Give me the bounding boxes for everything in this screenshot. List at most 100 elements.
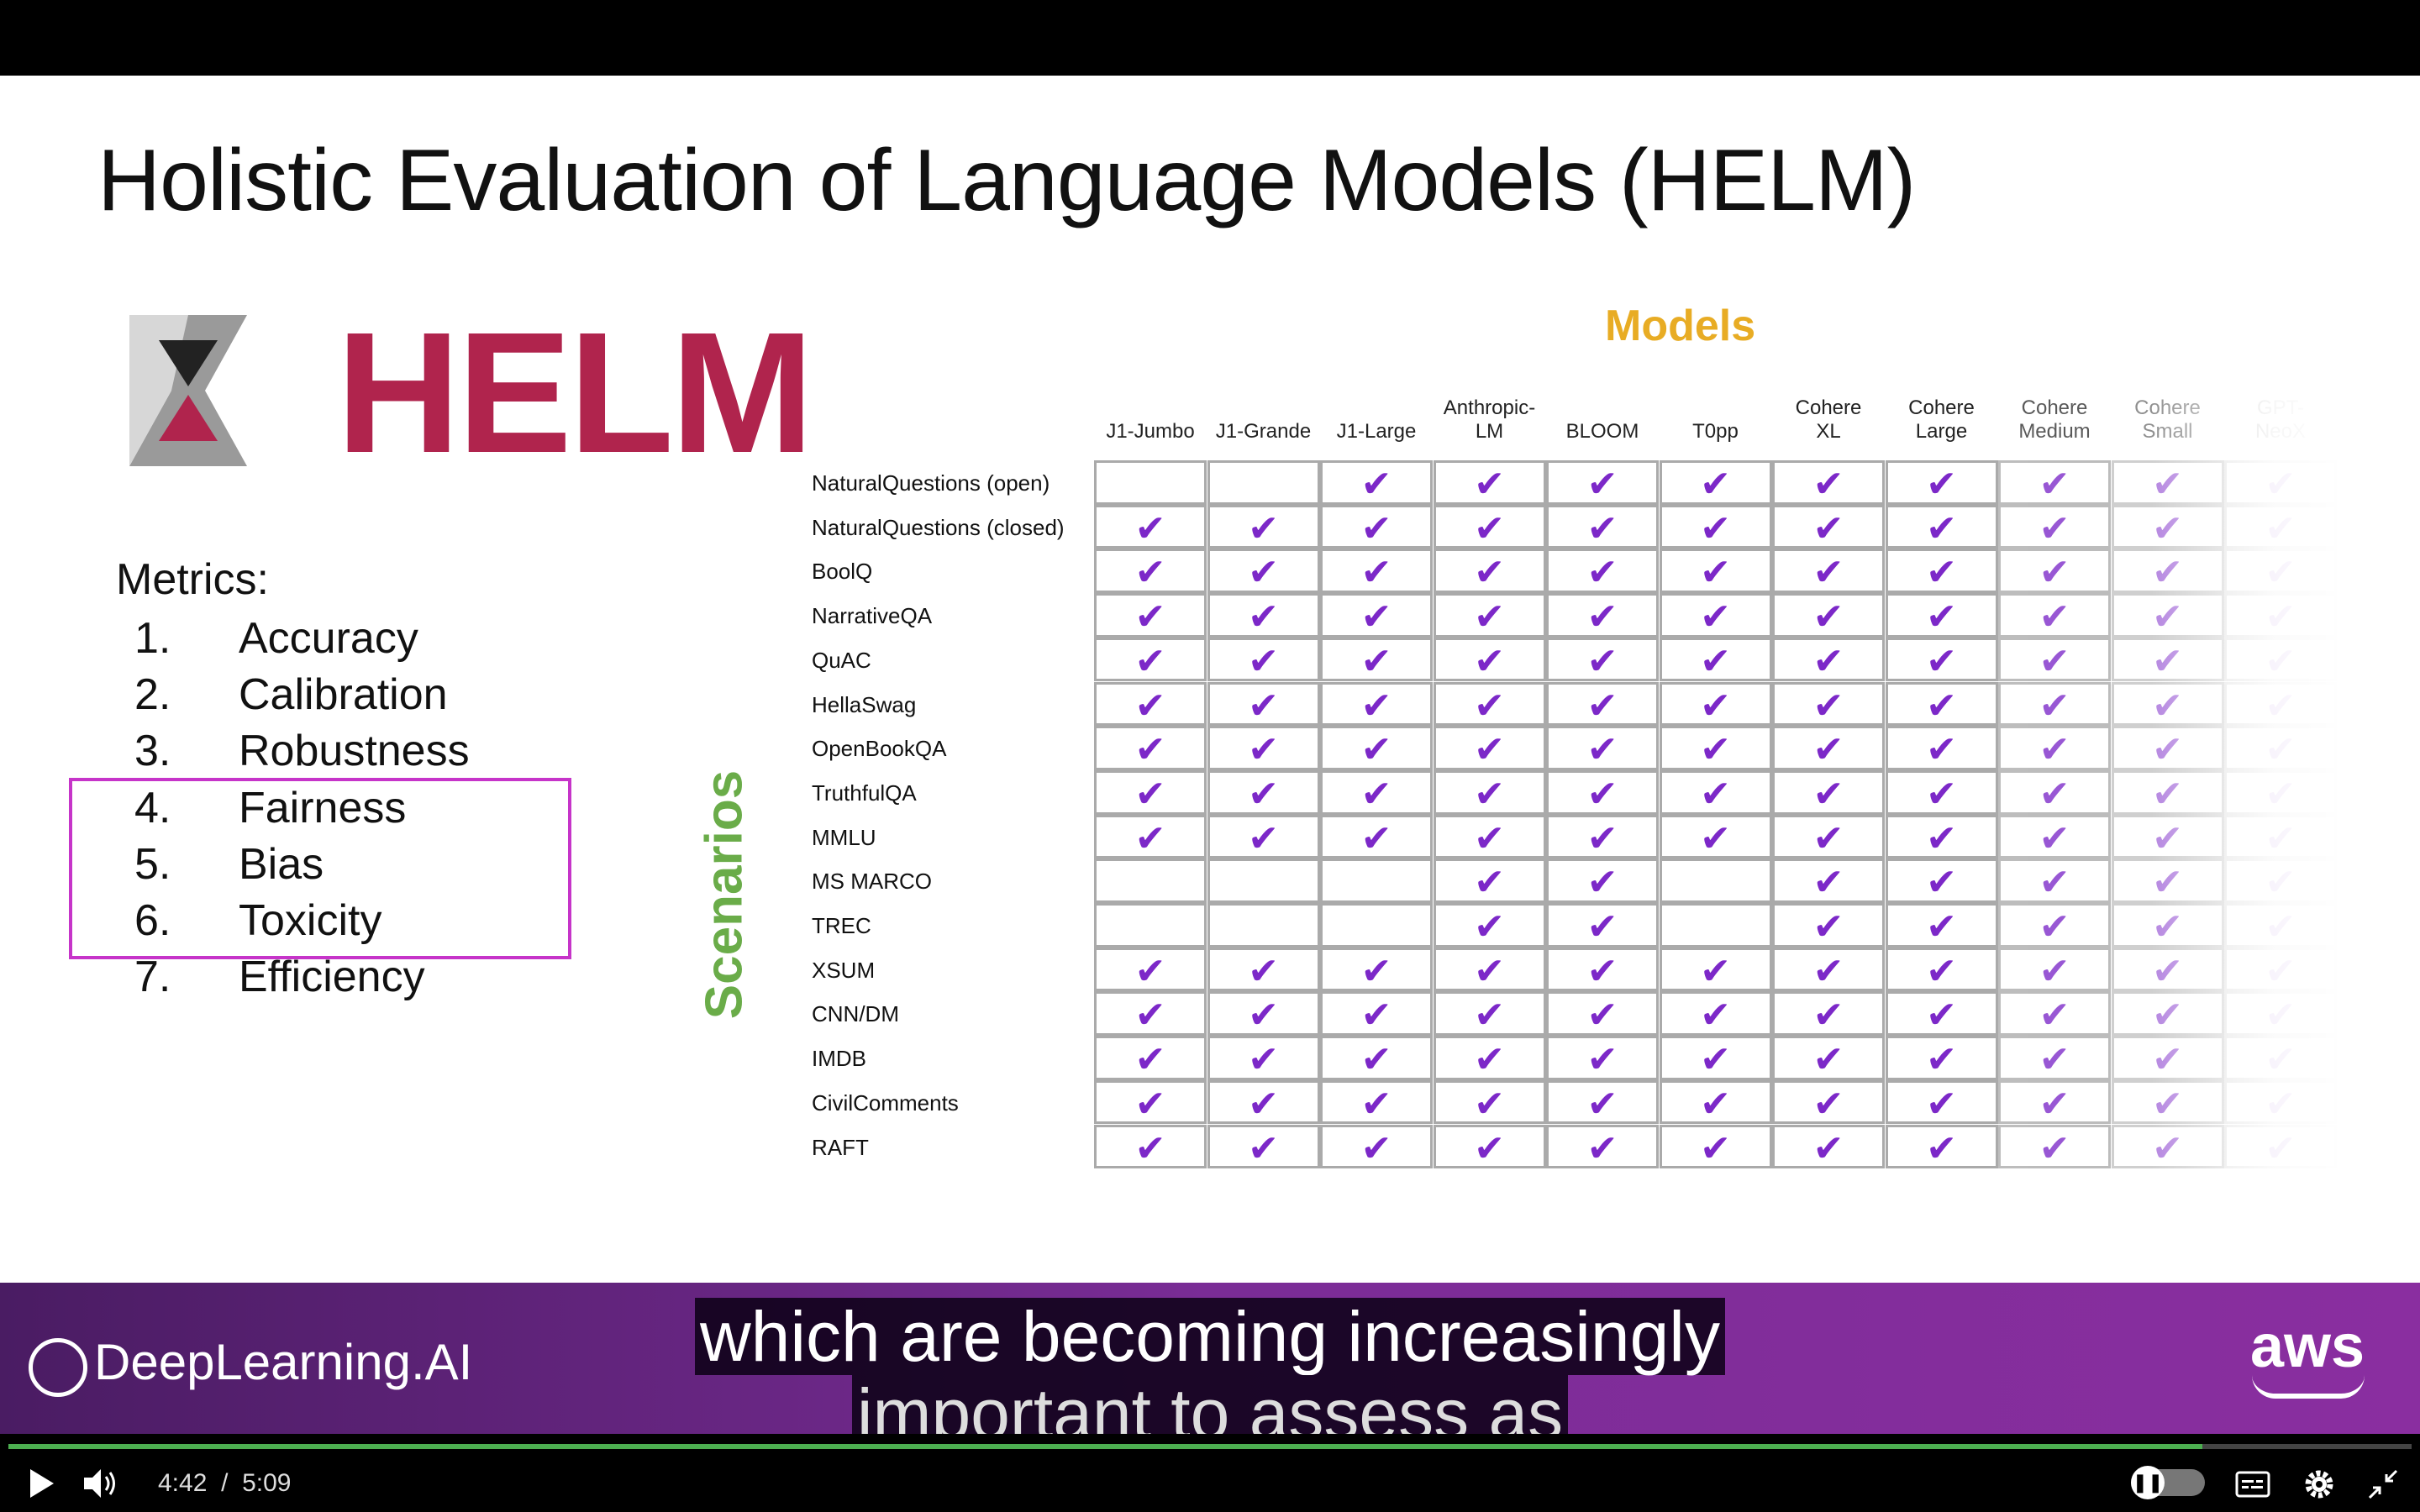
check-mark: ✔ [1360, 596, 1392, 638]
check-mark-cell: ✔ [1772, 769, 1885, 815]
check-mark-cell: ✔ [1207, 1124, 1320, 1169]
check-mark: ✔ [1926, 596, 1957, 638]
check-mark: ✔ [1812, 640, 1844, 682]
volume-icon[interactable] [84, 1469, 119, 1498]
check-mark: ✔ [1926, 1039, 1957, 1081]
check-mark: ✔ [1812, 1127, 1844, 1169]
metric-label: Accuracy [239, 614, 418, 663]
empty-cell [1207, 903, 1320, 948]
check-mark-cell: ✔ [1885, 593, 1998, 638]
check-mark: ✔ [1926, 995, 1957, 1037]
check-mark: ✔ [1812, 552, 1844, 594]
check-mark: ✔ [1248, 729, 1279, 771]
check-mark-cell: ✔ [1772, 1124, 1885, 1169]
check-mark-cell: ✔ [1094, 769, 1207, 815]
check-mark: ✔ [2152, 685, 2183, 727]
metric-number: 1. [134, 614, 171, 663]
check-mark-cell: ✔ [1998, 769, 2111, 815]
check-mark-cell: ✔ [1094, 814, 1207, 859]
scenario-row-label: NaturalQuestions (closed) [812, 514, 1065, 540]
check-mark-cell: ✔ [1885, 504, 1998, 549]
pause-toggle-icon: ❚❚ [2131, 1466, 2165, 1499]
check-mark-cell: ✔ [1772, 549, 1885, 593]
check-mark-cell: ✔ [1207, 593, 1320, 638]
play-icon[interactable] [29, 1469, 55, 1498]
model-column-header: T0pp [1692, 420, 1739, 443]
check-mark-cell: ✔ [1094, 593, 1207, 638]
check-mark: ✔ [1812, 817, 1844, 859]
check-mark: ✔ [1926, 685, 1957, 727]
check-mark: ✔ [1474, 1083, 1505, 1125]
check-mark-cell: ✔ [1885, 769, 1998, 815]
slide: Holistic Evaluation of Language Models (… [0, 76, 2420, 1283]
scenario-row-label: TruthfulQA [812, 780, 917, 806]
check-mark: ✔ [1360, 773, 1392, 815]
check-mark-cell: ✔ [2224, 681, 2337, 727]
settings-icon[interactable] [2302, 1467, 2336, 1501]
check-mark-cell: ✔ [1094, 549, 1207, 593]
check-mark: ✔ [1586, 729, 1618, 771]
model-column-header: BLOOM [1565, 420, 1639, 443]
check-mark-cell: ✔ [1659, 637, 1772, 682]
check-mark-cell: ✔ [2111, 991, 2224, 1036]
check-mark: ✔ [1474, 552, 1505, 594]
check-mark-cell: ✔ [1094, 947, 1207, 992]
check-mark-cell: ✔ [1320, 549, 1433, 593]
check-mark: ✔ [1134, 685, 1166, 727]
check-mark-cell: ✔ [1998, 1124, 2111, 1169]
check-mark-cell: ✔ [2111, 549, 2224, 593]
scenario-row-label: HellaSwag [812, 691, 917, 717]
check-mark: ✔ [2265, 817, 2296, 859]
check-mark: ✔ [1812, 464, 1844, 505]
check-mark: ✔ [1586, 906, 1618, 948]
metric-item: 3. Robustness [134, 726, 470, 776]
exit-fullscreen-icon[interactable] [2368, 1469, 2398, 1499]
check-mark-cell: ✔ [1433, 858, 1546, 903]
check-mark: ✔ [1248, 685, 1279, 727]
check-mark-cell: ✔ [2224, 504, 2337, 549]
scenario-row-label: XSUM [812, 957, 876, 983]
check-mark-cell: ✔ [2111, 903, 2224, 948]
check-mark-cell: ✔ [1772, 593, 1885, 638]
metric-label: Robustness [239, 727, 470, 776]
check-mark: ✔ [1586, 1083, 1618, 1125]
check-mark-cell: ✔ [1998, 903, 2111, 948]
metric-item: 2. Calibration [134, 669, 448, 720]
progress-fill [8, 1444, 2203, 1449]
scenario-row-label: NaturalQuestions (open) [812, 470, 1050, 496]
check-mark: ✔ [2039, 1127, 2070, 1169]
check-mark: ✔ [1700, 464, 1731, 505]
check-mark: ✔ [2039, 685, 2070, 727]
check-mark: ✔ [1360, 552, 1392, 594]
empty-cell [1659, 903, 1772, 948]
check-mark: ✔ [1700, 773, 1731, 815]
check-mark-cell: ✔ [1772, 1079, 1885, 1125]
check-mark-cell: ✔ [1546, 1036, 1659, 1080]
check-mark: ✔ [2152, 1083, 2183, 1125]
check-mark-cell: ✔ [1546, 814, 1659, 859]
check-mark: ✔ [1248, 1083, 1279, 1125]
check-mark: ✔ [1134, 1039, 1166, 1081]
check-mark: ✔ [1248, 995, 1279, 1037]
check-mark-cell: ✔ [1659, 681, 1772, 727]
progress-bar[interactable] [8, 1444, 2412, 1449]
check-mark: ✔ [1586, 507, 1618, 549]
check-mark-cell: ✔ [1659, 1124, 1772, 1169]
check-mark: ✔ [2152, 1127, 2183, 1169]
check-mark-cell: ✔ [1546, 726, 1659, 770]
check-mark: ✔ [1926, 906, 1957, 948]
helm-hourglass-icon [129, 315, 247, 466]
check-mark: ✔ [2039, 596, 2070, 638]
check-mark: ✔ [2152, 729, 2183, 771]
check-mark: ✔ [1248, 817, 1279, 859]
subtitle-line-1: which are becoming increasingly [695, 1298, 1725, 1375]
check-mark: ✔ [1700, 1039, 1731, 1081]
pause-toggle[interactable]: ❚❚ [2131, 1466, 2205, 1499]
check-mark: ✔ [2265, 1039, 2296, 1081]
captions-icon[interactable] [2235, 1471, 2270, 1498]
scenario-row-label: NarrativeQA [812, 603, 933, 629]
check-mark-cell: ✔ [1320, 1079, 1433, 1125]
check-mark-cell: ✔ [1433, 947, 1546, 992]
check-mark-cell: ✔ [1659, 593, 1772, 638]
check-mark: ✔ [2265, 729, 2296, 771]
